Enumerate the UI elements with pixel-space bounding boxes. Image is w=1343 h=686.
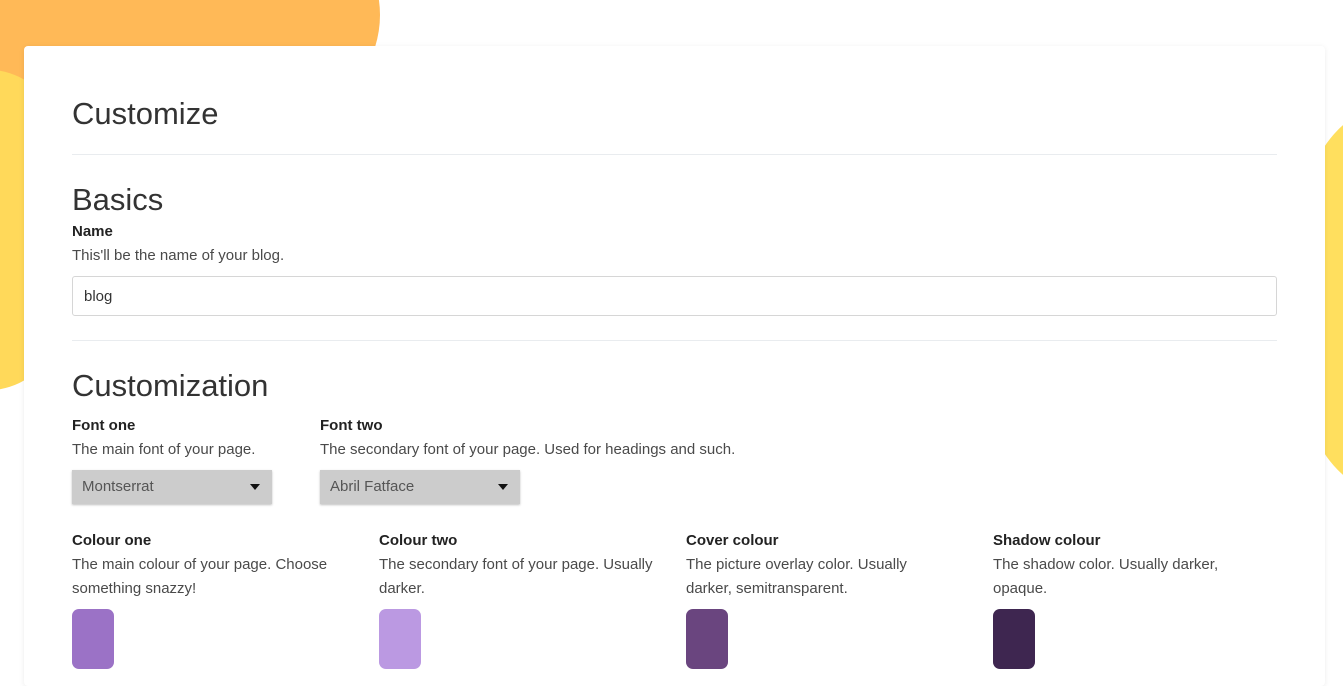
font-one-selected-value: Montserrat [82,478,154,495]
shadow-colour-help-text: The shadow color. Usually darker, opaque… [993,556,1219,597]
colour-one-swatch[interactable] [72,609,114,669]
colour-one-field: Colour one The main colour of your page.… [72,531,362,601]
colour-two-swatch[interactable] [379,609,421,669]
font-two-selected-value: Abril Fatface [330,478,415,495]
colour-one-label: Colour one [72,532,152,549]
font-one-help-text: The main font of your page. [72,441,256,458]
cover-colour-help-text: The picture overlay color. Usually darke… [686,556,907,597]
font-one-label: Font one [72,417,136,434]
customize-card: Customize Basics Name This'll be the nam… [24,46,1325,686]
page-title: Customize [72,96,219,131]
colour-two-field: Colour two The secondary font of your pa… [379,531,669,601]
divider [72,154,1277,155]
shadow-colour-label: Shadow colour [993,532,1101,549]
caret-down-icon [250,484,260,490]
blog-name-input[interactable] [72,276,1277,316]
divider [72,340,1277,341]
cover-colour-field: Cover colour The picture overlay color. … [686,531,936,601]
section-title-customization: Customization [72,368,269,403]
font-two-select[interactable]: Abril Fatface [320,470,520,504]
section-title-basics: Basics [72,182,164,217]
shadow-colour-swatch[interactable] [993,609,1035,669]
font-one-select[interactable]: Montserrat [72,470,272,504]
shadow-colour-field: Shadow colour The shadow color. Usually … [993,531,1243,601]
name-help-text: This'll be the name of your blog. [72,247,285,264]
caret-down-icon [498,484,508,490]
colour-two-label: Colour two [379,532,458,549]
name-label: Name [72,223,113,240]
colour-one-help-text: The main colour of your page. Choose som… [72,556,328,597]
font-two-help-text: The secondary font of your page. Used fo… [320,441,736,458]
cover-colour-swatch[interactable] [686,609,728,669]
cover-colour-label: Cover colour [686,532,779,549]
font-two-label: Font two [320,417,383,434]
colour-two-help-text: The secondary font of your page. Usually… [379,556,653,597]
